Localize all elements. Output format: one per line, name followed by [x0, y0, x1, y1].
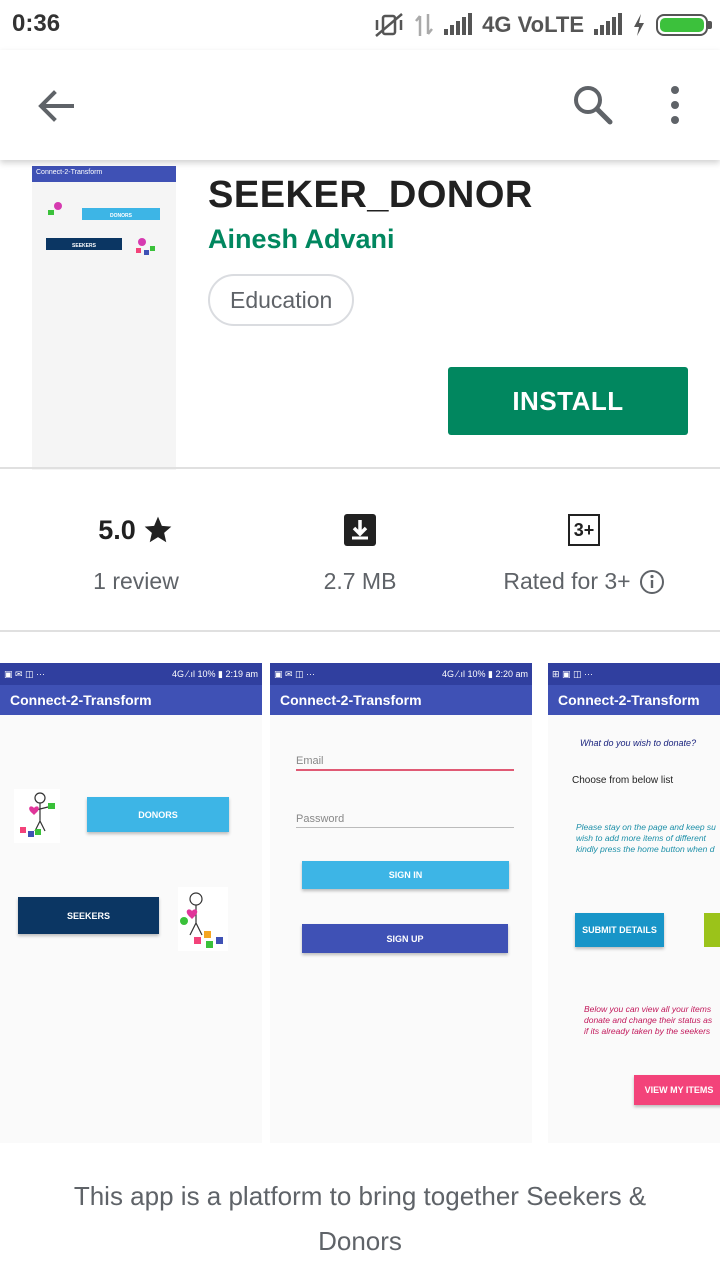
content-rating-badge: 3+ — [568, 514, 600, 546]
items-note-2: donate and change their status as — [584, 1015, 713, 1025]
rating-stat: 5.0 1 review — [16, 508, 256, 595]
status-time: 0:36 — [12, 10, 61, 37]
info-icon[interactable] — [639, 569, 665, 595]
partial-green-button[interactable] — [704, 913, 720, 947]
info-note-3: kindly press the home button when d — [576, 844, 715, 854]
category-chip[interactable]: Education — [208, 274, 355, 326]
size-value: 2.7 MB — [323, 568, 397, 594]
seekers-button[interactable]: SEEKERS — [18, 897, 159, 934]
info-note-1: Please stay on the page and keep su — [576, 822, 716, 832]
arrow-left-icon[interactable] — [34, 84, 78, 128]
developer-link[interactable]: Ainesh Advani — [208, 224, 395, 255]
screenshot-1[interactable]: ▣ ✉ ◫ ··· 4G ⁄.ıl 10% ▮ 2:19 am Connect-… — [0, 663, 262, 1143]
star-icon — [144, 516, 172, 543]
sign-up-button[interactable]: SIGN UP — [302, 924, 508, 953]
shot-status-right: 4G ⁄.ıl 10% ▮ 2:20 am — [442, 668, 528, 679]
data-arrows-icon — [415, 14, 434, 36]
shot-status-left: ▣ ✉ ◫ ··· — [4, 668, 46, 679]
shot-status-left: ▣ ✉ ◫ ··· — [274, 668, 316, 679]
donors-button[interactable]: DONORS — [87, 797, 229, 832]
view-my-items-button[interactable]: VIEW MY ITEMS — [634, 1075, 720, 1105]
search-icon[interactable] — [570, 82, 616, 128]
charging-icon — [634, 14, 644, 36]
choose-label: Choose from below list — [572, 775, 674, 786]
sign-in-button[interactable]: SIGN IN — [302, 861, 509, 889]
battery-icon — [656, 14, 712, 36]
download-icon — [344, 514, 376, 546]
top-app-bar — [0, 50, 720, 160]
stick-figure-image — [14, 789, 60, 843]
divider — [0, 467, 720, 469]
shot-appbar-title: Connect-2-Transform — [0, 685, 262, 715]
stats-row: 5.0 1 review 2.7 MB 3+ Rated for 3+ — [0, 470, 720, 630]
install-button[interactable]: INSTALL — [448, 367, 688, 435]
items-note-1: Below you can view all your items — [584, 1004, 712, 1014]
app-icon-seekers: SEEKERS — [72, 243, 97, 249]
network-label: 4G VoLTE — [482, 12, 584, 37]
rating-value: 5.0 — [98, 514, 136, 545]
app-icon-preview: DONORS SEEKERS — [46, 202, 160, 255]
shot-status-left: ⊞ ▣ ◫ ··· — [552, 668, 594, 679]
app-icon-caption: Connect-2-Transform — [32, 166, 176, 182]
content-rating-text: Rated for 3+ — [503, 568, 631, 594]
shot-status-bar: ▣ ✉ ◫ ··· 4G ⁄.ıl 10% ▮ 2:20 am — [270, 663, 532, 685]
submit-details-button[interactable]: SUBMIT DETAILS — [575, 913, 664, 947]
shot-status-right: 4G ⁄.ıl 10% ▮ 2:19 am — [172, 668, 258, 679]
shot-appbar-title: Connect-2-Transform — [548, 685, 720, 715]
items-note-3: if its already taken by the seekers — [584, 1026, 711, 1036]
shot-status-bar: ⊞ ▣ ◫ ··· — [548, 663, 720, 685]
shot-status-bar: ▣ ✉ ◫ ··· 4G ⁄.ıl 10% ▮ 2:19 am — [0, 663, 262, 685]
signal-icon-2 — [594, 13, 622, 35]
info-note-2: wish to add more items of different — [576, 833, 706, 843]
app-description[interactable]: This app is a platform to bring together… — [40, 1174, 680, 1264]
app-icon-donors: DONORS — [110, 213, 133, 219]
status-icons: 4G VoLTE — [374, 10, 712, 40]
content-rating-stat: 3+ Rated for 3+ — [464, 508, 704, 595]
shot-appbar-title: Connect-2-Transform — [270, 685, 532, 715]
size-stat: 2.7 MB — [240, 508, 480, 595]
email-field[interactable]: Email — [296, 755, 514, 771]
app-title: SEEKER_DONOR — [208, 174, 533, 216]
review-count: 1 review — [93, 568, 179, 594]
app-header: Connect-2-Transform DONORS SEEKERS SEEKE… — [0, 160, 720, 470]
screenshot-carousel[interactable]: ▣ ✉ ◫ ··· 4G ⁄.ıl 10% ▮ 2:19 am Connect-… — [0, 663, 720, 1143]
signal-icon — [444, 13, 473, 35]
donate-question: What do you wish to donate? — [580, 738, 697, 748]
stick-figure-gifts-image — [178, 887, 228, 951]
app-icon[interactable]: Connect-2-Transform DONORS SEEKERS — [32, 166, 176, 470]
status-bar: 0:36 4G VoLTE — [0, 0, 720, 50]
screenshot-2[interactable]: ▣ ✉ ◫ ··· 4G ⁄.ıl 10% ▮ 2:20 am Connect-… — [270, 663, 532, 1143]
screenshot-3[interactable]: ⊞ ▣ ◫ ··· Connect-2-Transform What do yo… — [548, 663, 720, 1143]
vibrate-off-icon — [375, 13, 403, 37]
divider — [0, 630, 720, 632]
more-vert-icon[interactable] — [660, 82, 690, 128]
password-field[interactable]: Password — [296, 813, 514, 828]
